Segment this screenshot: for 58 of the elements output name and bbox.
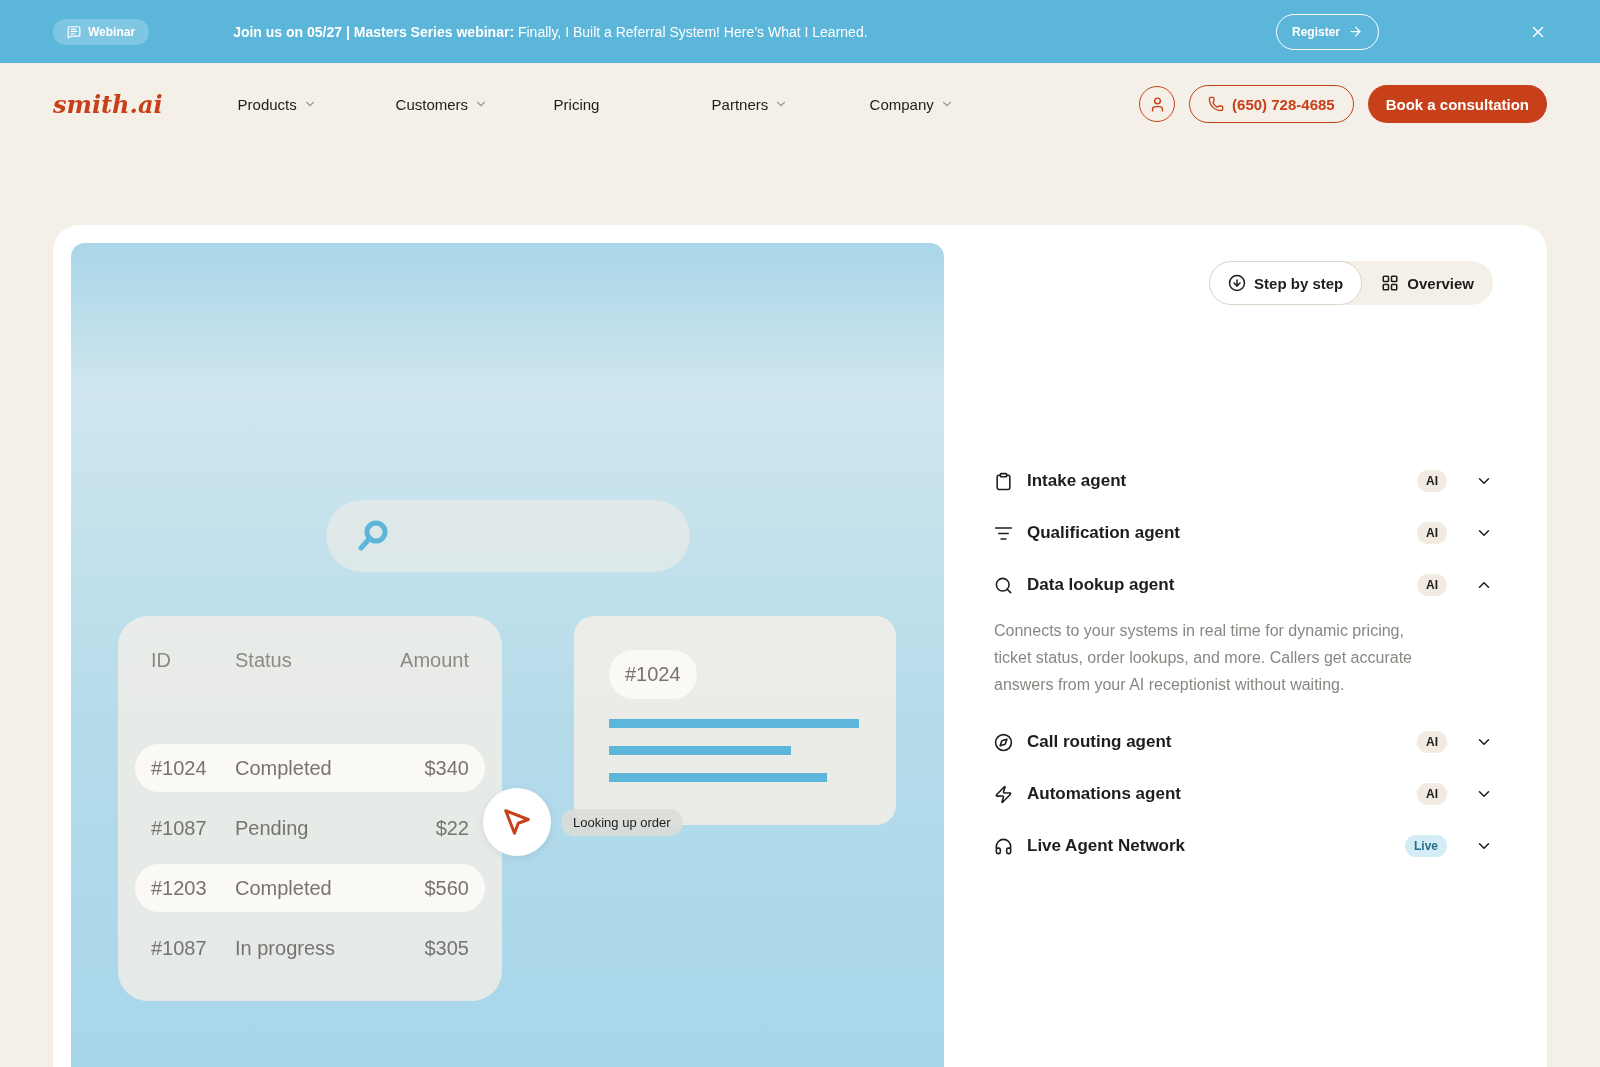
headphones-icon: [994, 836, 1013, 856]
status-tooltip: Looking up order: [561, 809, 683, 836]
agent-name: Automations agent: [1027, 784, 1182, 804]
nav-link[interactable]: Customers: [395, 95, 554, 113]
cursor-icon: [502, 807, 532, 837]
magnifier-icon: [356, 519, 390, 553]
agent-row[interactable]: Intake agent AI: [994, 455, 1493, 507]
compass-icon: [994, 732, 1013, 752]
webinar-label: Webinar: [88, 24, 136, 39]
table-cell-text: #1087: [151, 816, 208, 840]
clipboard-icon: [994, 471, 1013, 491]
view-tab[interactable]: Overview: [1362, 261, 1493, 305]
ai-badge: AI: [1417, 731, 1447, 753]
agent-row[interactable]: Automations agent AI: [994, 768, 1493, 820]
agent-name: Qualification agent: [1027, 523, 1182, 543]
agent-name: Call routing agent: [1027, 732, 1173, 752]
nav-link[interactable]: Company: [869, 95, 1028, 113]
view-tab[interactable]: Step by step: [1209, 261, 1363, 305]
column-header: Amount: [400, 648, 469, 672]
table-cell-text: #1087: [151, 936, 208, 960]
nav-link[interactable]: Partners: [711, 95, 870, 113]
table-cell-text: Completed: [235, 756, 333, 780]
table-cell: $22: [435, 816, 469, 840]
table-cell-text: #1203: [151, 876, 208, 900]
agent-row[interactable]: Call routing agent AI: [994, 716, 1493, 768]
grid-icon: [1381, 274, 1400, 292]
phone-icon: [1208, 96, 1225, 112]
arrow-down-circle-icon: [1228, 274, 1247, 292]
ai-badge: AI: [1417, 470, 1447, 492]
agent-description: Connects to your systems in real time for dynamic pricing, ticket status, order lookups, and more. Callers get accurate answers from your AI receptionist without waiting.: [994, 621, 1413, 695]
column-header: Status: [235, 648, 293, 672]
agent-name: Intake agent: [1027, 471, 1128, 491]
chat-icon: [67, 24, 81, 39]
column-header: ID: [151, 648, 172, 672]
order-id-chip: #1024: [609, 650, 697, 699]
logo[interactable]: smith.ai: [53, 89, 163, 119]
webinar-message: Join us on 05/27 | Masters Series webinar: Finally, I Built a Referral System! Here’s What I Learned.: [233, 23, 869, 40]
agent-name: Data lookup agent: [1027, 575, 1176, 595]
agent-name: Live Agent Network: [1027, 836, 1187, 856]
live-badge: Live: [1405, 835, 1447, 857]
search-icon: [994, 575, 1013, 595]
ai-badge: AI: [1417, 574, 1447, 596]
ai-badge: AI: [1417, 522, 1447, 544]
lightning-icon: [994, 784, 1013, 804]
table-cell-text: #1024: [151, 756, 208, 780]
table-cell-text: In progress: [235, 936, 337, 960]
table-cell: $560: [424, 876, 469, 900]
ai-badge: AI: [1417, 783, 1447, 805]
nav-link[interactable]: Pricing: [553, 95, 712, 113]
nav-link[interactable]: Products: [237, 95, 396, 113]
table-cell-text: Pending: [235, 816, 310, 840]
table-cell-text: Completed: [235, 876, 333, 900]
table-cell: $340: [424, 756, 469, 780]
agent-row[interactable]: Qualification agent AI: [994, 507, 1493, 559]
agent-row[interactable]: Live Agent Network Live: [994, 820, 1493, 872]
agent-row[interactable]: Data lookup agent AI: [994, 559, 1493, 611]
table-cell: $305: [424, 936, 469, 960]
book-consultation-button[interactable]: Book a consultation: [1367, 85, 1547, 123]
